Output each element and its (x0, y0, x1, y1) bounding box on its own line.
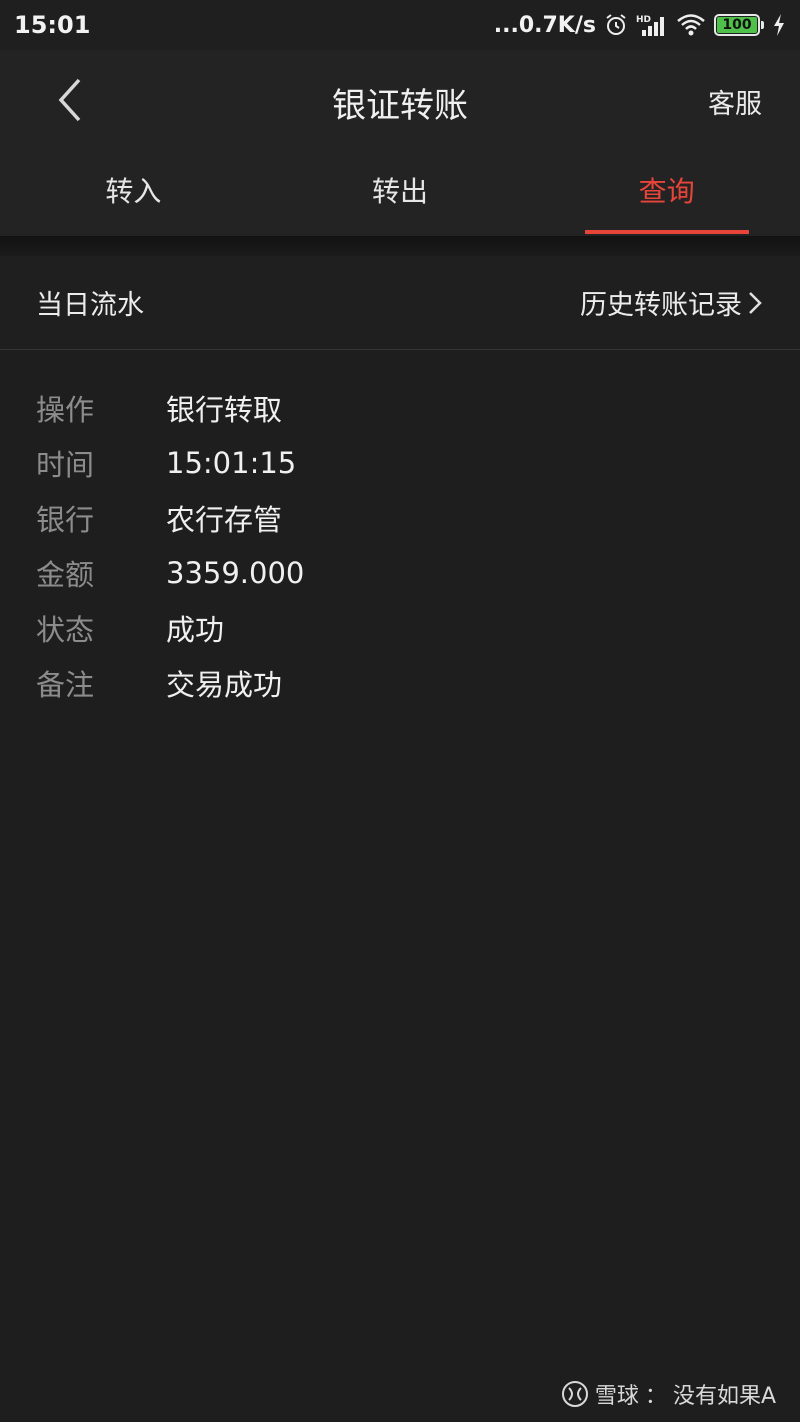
history-link-label: 历史转账记录 (580, 290, 742, 321)
tab-bar: 转入 转出 查询 (0, 150, 800, 236)
record-value: 农行存管 (166, 502, 283, 537)
battery-level: 100 (717, 17, 757, 33)
record-label: 状态 (36, 612, 95, 647)
status-bar: 15:01 ...0.7K/s HD 100 (0, 0, 800, 50)
watermark-author: 没有如果A (672, 1384, 776, 1409)
section-header: 当日流水 历史转账记录 (0, 256, 800, 350)
record-value: 交易成功 (166, 667, 283, 702)
tab-transfer-in[interactable]: 转入 (0, 150, 267, 236)
record-value: 成功 (166, 612, 225, 647)
record-label: 操作 (36, 392, 95, 427)
tab-label: 转入 (105, 175, 162, 208)
record-label: 备注 (36, 667, 95, 702)
tab-label: 查询 (638, 175, 695, 208)
alarm-icon (604, 13, 628, 37)
record-row-amount: 金额 3359.000 (36, 545, 756, 600)
section-title: 当日流水 (36, 290, 144, 321)
status-time: 15:01 (14, 11, 91, 39)
record-row-remark: 备注 交易成功 (36, 655, 756, 710)
tab-transfer-out[interactable]: 转出 (267, 150, 534, 236)
record-value: 15:01:15 (166, 445, 297, 480)
charging-icon (772, 13, 786, 37)
watermark-separator: ： (644, 1384, 667, 1409)
tab-label: 转出 (372, 175, 429, 208)
app-header: 银证转账 客服 (0, 50, 800, 150)
watermark-brand: 雪球 (594, 1384, 639, 1409)
record-row-operation: 操作 银行转取 (36, 380, 756, 435)
hd-label: HD (636, 15, 651, 25)
watermark: 雪球 ： 没有如果A (561, 1378, 776, 1410)
record-label: 金额 (36, 557, 95, 592)
record-row-bank: 银行 农行存管 (36, 490, 756, 545)
divider (0, 236, 800, 256)
record-label: 时间 (36, 447, 95, 482)
signal-icon: HD (636, 13, 668, 37)
status-icons: ...0.7K/s HD 100 (494, 13, 786, 38)
wifi-icon (676, 13, 706, 37)
record-row-status: 状态 成功 (36, 600, 756, 655)
record-label: 银行 (36, 502, 95, 537)
history-records-link[interactable]: 历史转账记录 (580, 283, 762, 322)
chevron-right-icon (748, 291, 762, 315)
snowball-logo-icon (561, 1380, 589, 1408)
transfer-record: 操作 银行转取 时间 15:01:15 银行 农行存管 金额 3359.000 … (36, 380, 756, 710)
tab-query[interactable]: 查询 (533, 150, 800, 236)
active-tab-indicator (584, 230, 749, 234)
battery-icon: 100 (714, 14, 764, 36)
page-title: 银证转账 (332, 86, 468, 126)
record-row-time: 时间 15:01:15 (36, 435, 756, 490)
record-value: 3359.000 (166, 555, 305, 590)
net-speed: ...0.7K/s (493, 12, 596, 38)
record-value: 银行转取 (166, 392, 283, 427)
customer-service-button[interactable]: 客服 (708, 82, 762, 121)
